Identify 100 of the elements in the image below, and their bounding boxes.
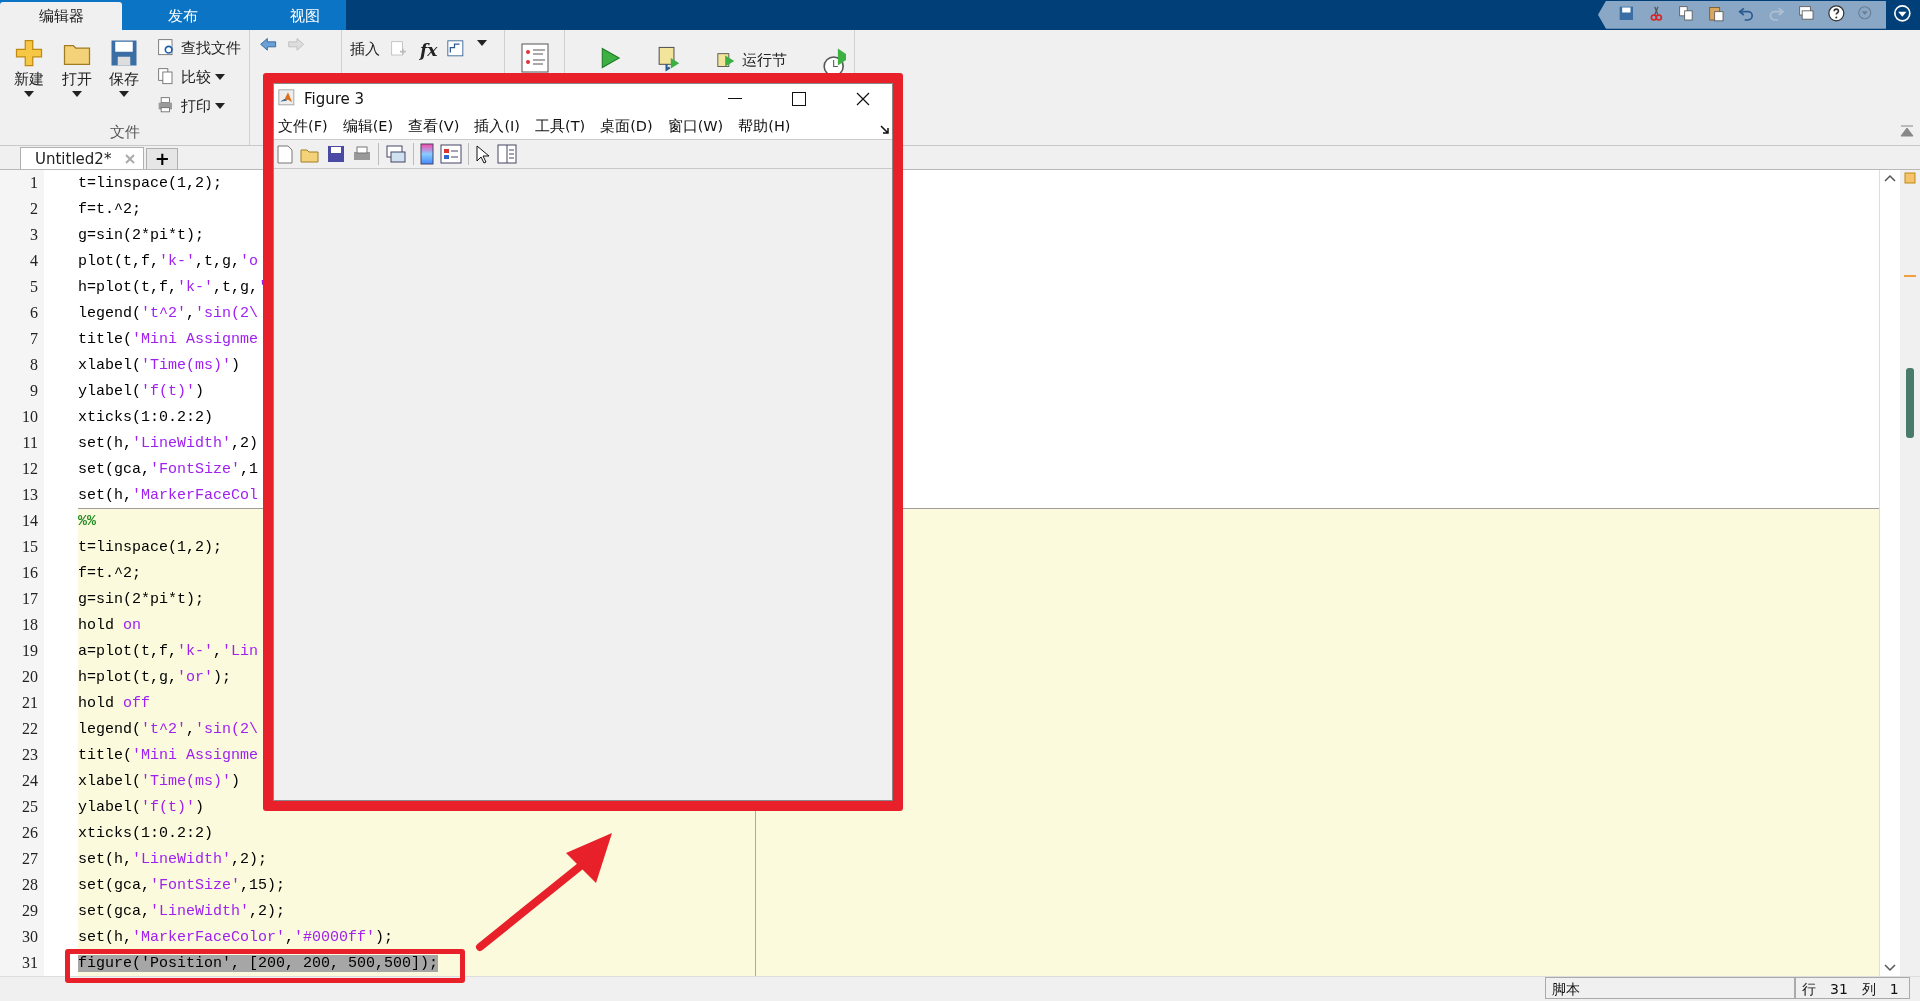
line-number: 23 [0,742,44,769]
status-mode: 脚本 [1545,977,1795,1000]
code-line: plot(t,f,'k-',t,g,'o [78,252,259,270]
code-line: legend('t^2','sin(2\ [78,304,259,322]
row-label: 行 [1802,980,1816,999]
close-icon[interactable] [125,153,136,164]
legend-button[interactable] [440,144,462,164]
line-number: 21 [0,690,44,717]
code-line: set(gca,'FontSize',1 [78,460,259,478]
code-line: set(gca,'LineWidth',2); [78,902,286,920]
line-number: 28 [0,872,44,899]
code-line: hold on [78,616,142,634]
line-number: 15 [0,534,44,561]
window-title: Figure 3 [304,90,366,108]
line-number: 11 [0,430,44,457]
line-number: 27 [0,846,44,873]
scrollbar[interactable] [1879,170,1900,977]
code-line: ylabel('f(t)') [78,798,205,816]
code-line: legend('t^2','sin(2\ [78,720,259,738]
line-number: 6 [0,300,44,327]
new-tab-button[interactable]: + [146,148,179,170]
document-tab[interactable]: Untitled2* [20,147,145,170]
code-line: title('Mini Assignme [78,746,259,764]
line-number: 1 [0,170,44,197]
line-number: 24 [0,768,44,795]
line-number: 8 [0,352,44,379]
line-number: 29 [0,898,44,925]
caret-icon [215,74,225,81]
ribbon-tab[interactable]: 视图 [244,1,366,30]
code-line: hold off [78,694,151,712]
ribbon-tab[interactable]: 发布 [122,1,244,30]
line-number: 9 [0,378,44,405]
menu-item[interactable]: 工具(T) [534,117,586,136]
menu-item[interactable]: 查看(V) [408,117,460,136]
caret-icon [71,90,82,97]
line-number: 5 [0,274,44,301]
colorbar-button[interactable] [420,143,434,165]
toolstrip-button[interactable]: 查找文件 [157,35,241,61]
toolstrip-button[interactable]: 新建 [8,35,50,124]
collapse-icon[interactable] [1900,125,1914,138]
line-number: 14 [0,508,44,535]
line-number: 26 [0,820,44,847]
code-line: f=t.^2; [78,564,141,582]
line-number: 22 [0,716,44,743]
document-list-icon[interactable] [519,41,550,74]
line-number: 13 [0,482,44,509]
dropdown-icon[interactable] [1894,5,1914,25]
line-number: 30 [0,924,44,951]
save-button[interactable] [326,144,346,164]
ribbon-tab[interactable]: 编辑器 [0,1,122,30]
code-line: h=plot(t,g,'or'); [78,668,232,686]
line-number: 12 [0,456,44,483]
scroll-up-icon[interactable] [1884,174,1896,183]
function-button[interactable]: fx [420,39,438,60]
menu-item[interactable]: 插入(I) [474,117,520,136]
line-number: 16 [0,560,44,587]
code-line: g=sin(2*pi*t); [78,590,205,608]
toolstrip-button[interactable]: 保存 [103,35,145,124]
plus-icon [13,37,44,68]
line-number: 2 [0,196,44,223]
line-number: 17 [0,586,44,613]
code-line: t=linspace(1,2); [78,538,223,556]
toolstrip-button[interactable]: 打开 [55,35,98,124]
caret-icon [23,90,34,97]
scroll-down-icon[interactable] [1884,964,1896,973]
column-label: 列 [1861,980,1876,999]
caret-icon [477,39,488,46]
code-line: xlabel('Time(ms)') [78,356,241,374]
code-line: a=plot(t,f,'k-','Lin [78,642,259,660]
line-number: 10 [0,404,44,431]
warning-indicator-icon [1904,172,1916,185]
row-number: 31 [1830,980,1848,999]
close-icon [856,92,870,106]
toolstrip-button[interactable]: 比较 [157,64,241,90]
link-button[interactable] [385,144,407,164]
line-number: 20 [0,664,44,691]
menu-item[interactable]: 窗口(W) [667,117,724,136]
menu-item[interactable]: 帮助(H) [738,117,791,136]
code-line: title('Mini Assignme [78,330,259,348]
property-editor-button[interactable] [497,144,517,164]
caret-icon [119,90,130,97]
caret-icon [215,103,225,110]
menu-item[interactable]: 桌面(D) [600,117,653,136]
pointer-button[interactable] [475,144,491,164]
toolstrip-button[interactable]: 打印 [157,93,241,119]
insert-label[interactable]: 插入 [350,39,380,59]
code-line: set(h,'MarkerFaceColor','#0000ff'); [78,928,394,946]
minimize-icon [728,98,742,100]
line-number: 25 [0,794,44,821]
scroll-marker-icon [1905,368,1915,439]
menu-item[interactable]: 文件(F) [278,117,328,136]
run-section-label[interactable]: 运行节 [741,51,787,71]
maximize-icon [792,92,806,106]
line-number: 3 [0,222,44,249]
code-line: xlabel('Time(ms)') [78,772,241,790]
code-line: set(h,'LineWidth',2); [78,850,268,868]
code-line: f=t.^2; [78,200,141,218]
line-number: 4 [0,248,44,275]
menu-item[interactable]: 编辑(E) [342,117,394,136]
code-line: xticks(1:0.2:2) [78,408,214,426]
